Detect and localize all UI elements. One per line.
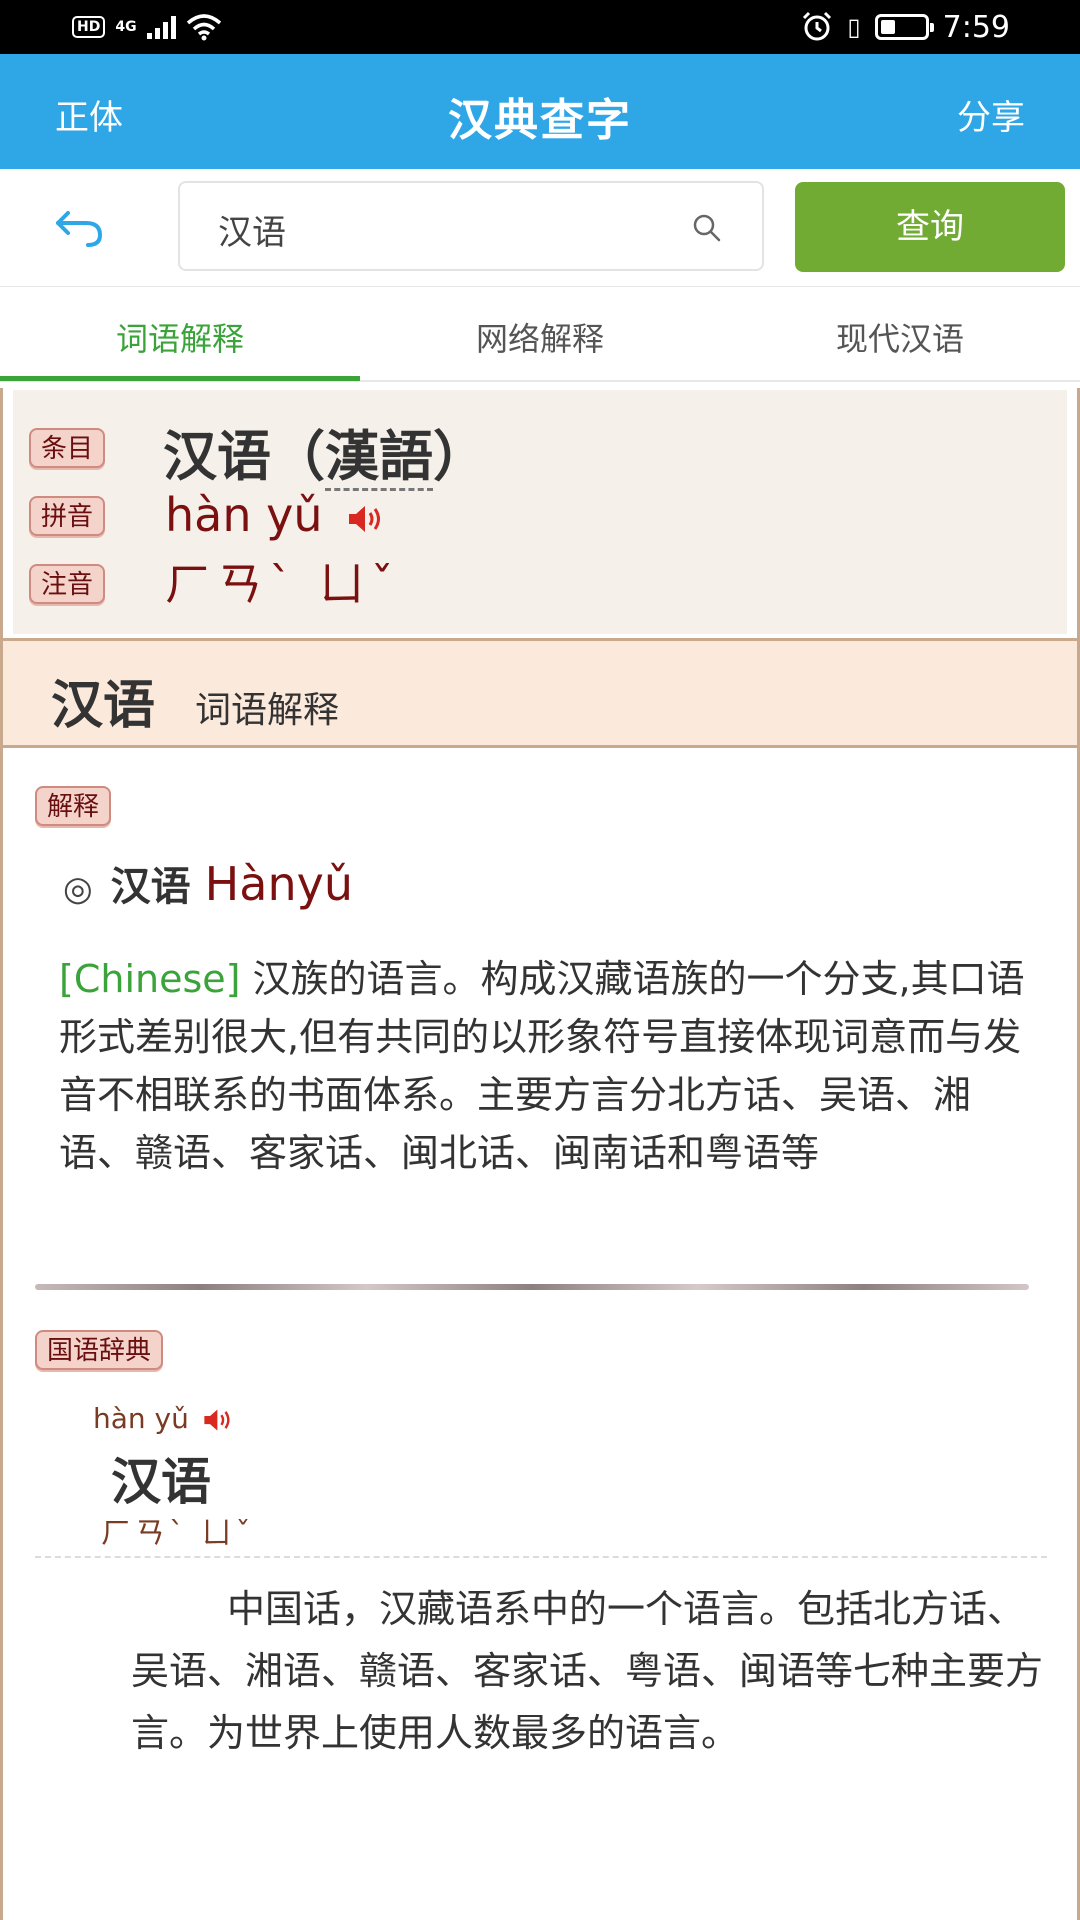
section-word: 汉语 xyxy=(51,676,156,736)
search-input[interactable]: 汉语 xyxy=(218,205,286,254)
definition-word: 汉语 xyxy=(110,864,191,910)
tab-web-explanation[interactable]: 网络解释 xyxy=(360,314,720,360)
guoyu-word: 汉语 xyxy=(111,1453,211,1511)
back-arrow-icon[interactable] xyxy=(50,199,110,259)
entry-word: 汉语（漢語） xyxy=(163,412,487,491)
entry-word-paren-open: （ xyxy=(271,425,325,488)
signal-icon xyxy=(146,15,176,39)
hd-badge: HD xyxy=(72,16,106,38)
wifi-icon xyxy=(186,14,221,41)
speaker-icon[interactable] xyxy=(202,1407,236,1433)
tab-word-explanation[interactable]: 词语解释 xyxy=(0,314,360,360)
content-area: 条目 拼音 注音 汉语（漢語） hàn yǔ ㄏㄢˋ ㄩˇ 汉语 词语解释 解释… xyxy=(0,388,1080,1920)
definition-english: [Chinese] xyxy=(59,957,241,1001)
tag-entry: 条目 xyxy=(29,428,106,468)
entry-zhuyin: ㄏㄢˋ ㄩˇ xyxy=(165,557,400,611)
entry-word-paren-close: ） xyxy=(433,425,487,488)
guoyu-pinyin: hàn yǔ xyxy=(93,1402,236,1435)
tag-zhuyin: 注音 xyxy=(29,564,106,604)
app-bar: 正体 汉典查字 分享 xyxy=(0,54,1080,169)
guoyu-zhuyin: ㄏㄢˋ ㄩˇ xyxy=(101,1516,255,1551)
alarm-icon xyxy=(803,11,832,41)
section-divider xyxy=(35,1284,1029,1290)
entry-pinyin-text: hàn yǔ xyxy=(165,488,323,542)
entry-header-card: 条目 拼音 注音 汉语（漢語） hàn yǔ ㄏㄢˋ ㄩˇ xyxy=(13,390,1067,634)
definition-pinyin: Hànyǔ xyxy=(204,857,353,911)
status-left: HD 4G xyxy=(72,10,222,44)
guoyu-pinyin-text: hàn yǔ xyxy=(93,1402,189,1435)
bullet-ring-icon: ◎ xyxy=(63,869,93,909)
entry-word-simplified: 汉语 xyxy=(163,425,271,488)
tab-bar: 词语解释 网络解释 现代汉语 xyxy=(0,288,1080,382)
tag-guoyu-dictionary: 国语辞典 xyxy=(35,1330,164,1370)
definition-headword: ◎ 汉语 Hànyǔ xyxy=(63,854,353,912)
battery-icon xyxy=(874,14,934,40)
search-row: 汉语 查询 xyxy=(0,169,1080,287)
dashed-divider xyxy=(35,1556,1047,1558)
query-button[interactable]: 查询 xyxy=(795,182,1065,272)
app-title: 汉典查字 xyxy=(448,95,632,146)
status-right: ▯ 7:59 xyxy=(801,8,1010,46)
vibrate-icon: ▯ xyxy=(847,13,861,41)
share-button[interactable]: 分享 xyxy=(957,90,1025,139)
section-title-bar: 汉语 词语解释 xyxy=(3,638,1077,748)
status-bar: HD 4G ▯ 7:59 xyxy=(0,0,1080,54)
definition-body: [Chinese] 汉族的语言。构成汉藏语族的一个分支,其口语形式差别很大,但有… xyxy=(59,950,1029,1182)
tag-definition: 解释 xyxy=(35,786,112,826)
section-subtitle: 词语解释 xyxy=(195,690,340,731)
search-box[interactable]: 汉语 xyxy=(178,181,764,271)
entry-pinyin: hàn yǔ xyxy=(165,488,387,542)
guoyu-definition-body: 中国话，汉藏语系中的一个语言。包括北方话、吴语、湘语、赣语、客家话、粤语、闽语等… xyxy=(131,1587,1044,1755)
network-type: 4G xyxy=(115,19,137,35)
tab-modern-chinese[interactable]: 现代汉语 xyxy=(720,314,1080,360)
entry-word-traditional-link[interactable]: 漢語 xyxy=(325,425,433,491)
search-icon[interactable] xyxy=(690,211,724,245)
tab-active-indicator xyxy=(0,376,360,381)
tag-pinyin: 拼音 xyxy=(29,496,106,536)
status-time: 7:59 xyxy=(942,9,1010,45)
speaker-icon[interactable] xyxy=(347,503,387,535)
